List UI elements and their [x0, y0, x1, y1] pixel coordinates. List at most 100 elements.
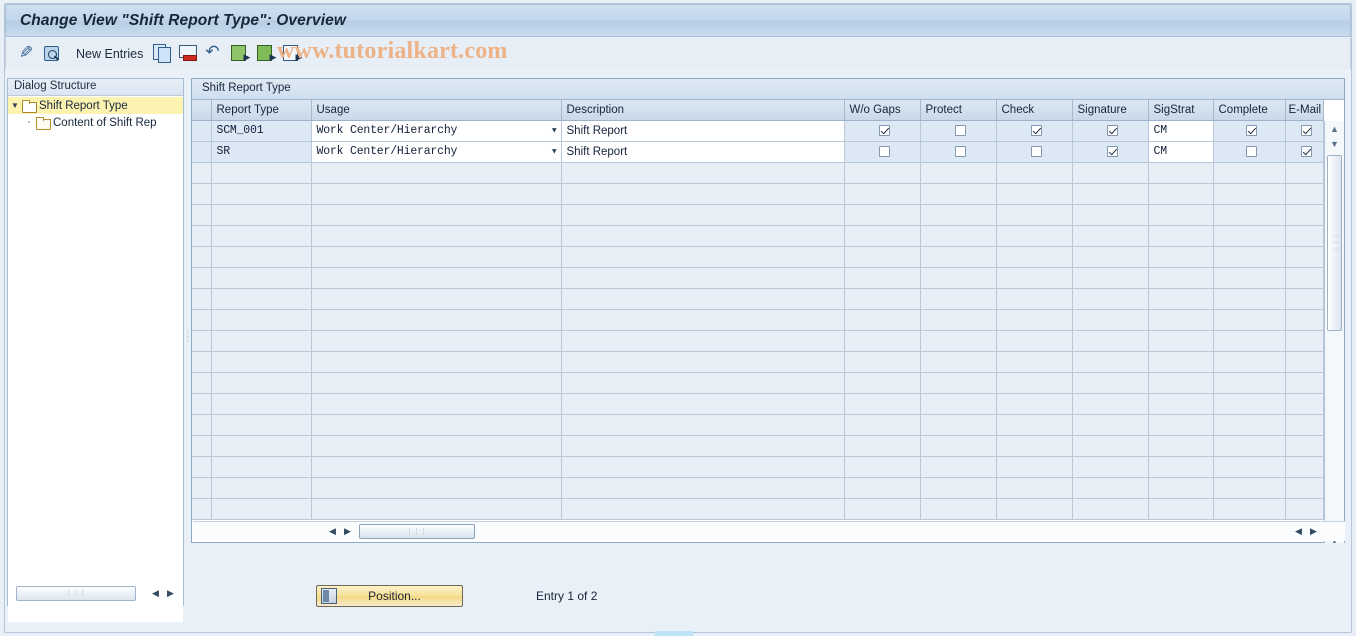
- cell-signature[interactable]: [1072, 141, 1149, 163]
- cell-empty[interactable]: [1148, 183, 1214, 205]
- cell-empty[interactable]: [920, 309, 997, 331]
- cell-report-type[interactable]: SR: [211, 141, 312, 163]
- cell-empty[interactable]: [211, 393, 312, 415]
- cell-empty[interactable]: [1148, 456, 1214, 478]
- cell-empty[interactable]: [844, 183, 921, 205]
- row-selector[interactable]: [192, 246, 212, 268]
- cell-empty[interactable]: [1285, 498, 1324, 520]
- cell-empty[interactable]: [211, 225, 312, 247]
- cell-empty[interactable]: [561, 183, 845, 205]
- cell-empty[interactable]: [311, 204, 562, 226]
- table-row-empty[interactable]: [192, 330, 1324, 352]
- cell-signature[interactable]: [1072, 120, 1149, 142]
- hscroll-right-icon[interactable]: ▶: [340, 524, 355, 539]
- cell-empty[interactable]: [1072, 351, 1149, 373]
- table-row-empty[interactable]: [192, 456, 1324, 478]
- cell-empty[interactable]: [211, 246, 312, 268]
- grid-vertical-scrollbar[interactable]: ▲ ▼ ⋮⋮⋮ ▲ ▼: [1324, 121, 1344, 543]
- cell-empty[interactable]: [844, 246, 921, 268]
- sidebar-item-content-of-shift-report[interactable]: · Content of Shift Rep: [8, 114, 183, 131]
- cell-empty[interactable]: [844, 456, 921, 478]
- hscroll-far-left-icon[interactable]: ◀: [1291, 524, 1306, 539]
- column-header-check[interactable]: Check: [996, 100, 1073, 121]
- table-row-empty[interactable]: [192, 267, 1324, 289]
- table-row-empty[interactable]: [192, 246, 1324, 268]
- row-selector[interactable]: [192, 120, 212, 142]
- cell-empty[interactable]: [1148, 414, 1214, 436]
- email-checkbox[interactable]: [1301, 124, 1312, 136]
- cell-empty[interactable]: [1148, 498, 1214, 520]
- cell-empty[interactable]: [561, 288, 845, 310]
- row-selector[interactable]: [192, 498, 212, 520]
- cell-empty[interactable]: [1285, 435, 1324, 457]
- cell-wo-gaps[interactable]: [844, 141, 921, 163]
- cell-empty[interactable]: [561, 498, 845, 520]
- cell-empty[interactable]: [1285, 309, 1324, 331]
- cell-empty[interactable]: [996, 309, 1073, 331]
- row-selector[interactable]: [192, 309, 212, 331]
- cell-empty[interactable]: [561, 414, 845, 436]
- cell-empty[interactable]: [561, 330, 845, 352]
- chevron-down-icon[interactable]: ▼: [552, 126, 557, 135]
- cell-empty[interactable]: [1213, 456, 1286, 478]
- cell-empty[interactable]: [920, 204, 997, 226]
- cell-empty[interactable]: [311, 288, 562, 310]
- cell-empty[interactable]: [1072, 288, 1149, 310]
- cell-empty[interactable]: [920, 288, 997, 310]
- cell-empty[interactable]: [920, 267, 997, 289]
- email-checkbox[interactable]: [1301, 145, 1312, 157]
- cell-empty[interactable]: [1072, 162, 1149, 184]
- cell-empty[interactable]: [1285, 204, 1324, 226]
- cell-empty[interactable]: [1072, 456, 1149, 478]
- cell-empty[interactable]: [561, 477, 845, 499]
- cell-sigstrat[interactable]: CM: [1148, 141, 1214, 163]
- check-magnifier-icon[interactable]: [44, 44, 64, 64]
- row-selector[interactable]: [192, 372, 212, 394]
- row-selector[interactable]: [192, 330, 212, 352]
- cell-empty[interactable]: [996, 330, 1073, 352]
- cell-empty[interactable]: [1072, 309, 1149, 331]
- cell-empty[interactable]: [844, 288, 921, 310]
- cell-empty[interactable]: [1072, 225, 1149, 247]
- cell-description[interactable]: Shift Report: [561, 120, 845, 142]
- cell-empty[interactable]: [844, 435, 921, 457]
- row-selector[interactable]: [192, 141, 212, 163]
- cell-description[interactable]: Shift Report: [561, 141, 845, 163]
- cell-empty[interactable]: [211, 267, 312, 289]
- table-row-empty[interactable]: [192, 204, 1324, 226]
- cell-empty[interactable]: [996, 393, 1073, 415]
- scroll-right-icon[interactable]: ▶: [163, 586, 178, 601]
- cell-email[interactable]: [1285, 141, 1324, 163]
- row-selector[interactable]: [192, 267, 212, 289]
- cell-empty[interactable]: [996, 456, 1073, 478]
- row-selector[interactable]: [192, 456, 212, 478]
- cell-empty[interactable]: [1148, 372, 1214, 394]
- cell-empty[interactable]: [311, 351, 562, 373]
- row-selector[interactable]: [192, 477, 212, 499]
- cell-empty[interactable]: [1148, 435, 1214, 457]
- hscroll-left-icon[interactable]: ◀: [325, 524, 340, 539]
- cell-empty[interactable]: [311, 225, 562, 247]
- cell-empty[interactable]: [211, 414, 312, 436]
- cell-empty[interactable]: [844, 204, 921, 226]
- cell-complete[interactable]: [1213, 120, 1286, 142]
- cell-empty[interactable]: [1148, 330, 1214, 352]
- column-header-sigstrat[interactable]: SigStrat: [1148, 100, 1214, 121]
- signature-checkbox[interactable]: [1107, 145, 1118, 157]
- cell-empty[interactable]: [1213, 330, 1286, 352]
- cell-empty[interactable]: [920, 372, 997, 394]
- complete-checkbox[interactable]: [1246, 145, 1257, 157]
- cell-empty[interactable]: [920, 330, 997, 352]
- cell-empty[interactable]: [1148, 267, 1214, 289]
- cell-empty[interactable]: [311, 456, 562, 478]
- wo-gaps-checkbox[interactable]: [879, 145, 890, 157]
- cell-empty[interactable]: [1213, 435, 1286, 457]
- table-row-empty[interactable]: [192, 309, 1324, 331]
- cell-empty[interactable]: [1148, 162, 1214, 184]
- cell-empty[interactable]: [996, 183, 1073, 205]
- cell-sigstrat[interactable]: CM: [1148, 120, 1214, 142]
- cell-empty[interactable]: [1285, 456, 1324, 478]
- column-header-complete[interactable]: Complete: [1213, 100, 1286, 121]
- check-checkbox[interactable]: [1031, 145, 1042, 157]
- cell-empty[interactable]: [311, 498, 562, 520]
